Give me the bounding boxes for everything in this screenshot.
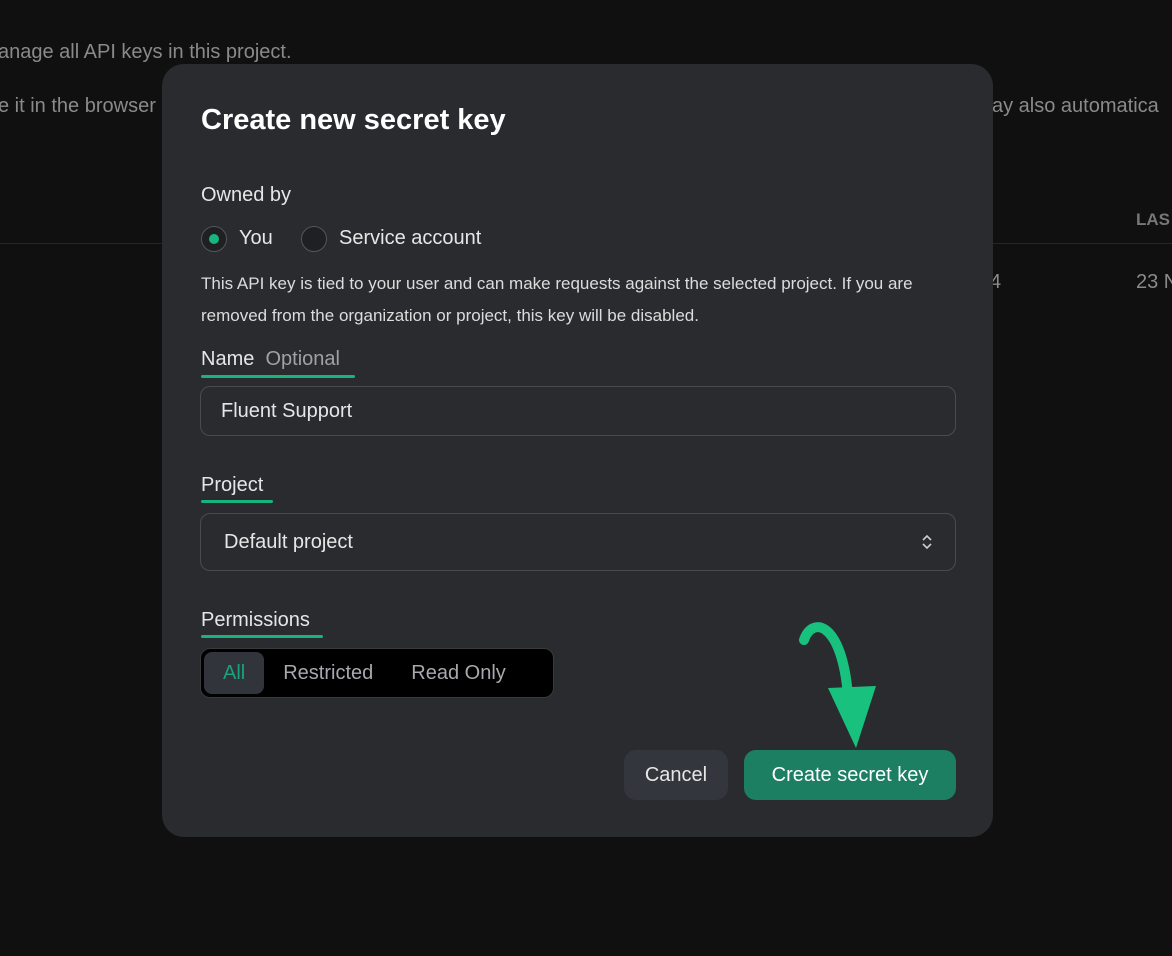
name-underline (201, 375, 355, 378)
bg-text-3: ay also automatica (992, 95, 1159, 117)
optional-label: Optional (265, 348, 340, 370)
permissions-segmented: All Restricted Read Only (200, 648, 554, 698)
curved-arrow-icon (799, 622, 876, 748)
radio-service-account[interactable] (301, 226, 327, 252)
perm-restricted[interactable]: Restricted (264, 652, 392, 694)
project-label: Project (201, 474, 264, 496)
perm-read-only[interactable]: Read Only (392, 652, 525, 694)
owned-by-label: Owned by (201, 184, 292, 206)
project-underline (201, 500, 273, 503)
radio-service-account-label[interactable]: Service account (339, 227, 481, 250)
name-label: Name (201, 348, 255, 370)
cancel-button[interactable]: Cancel (624, 750, 728, 800)
bg-text-2: e it in the browser (0, 95, 156, 117)
permissions-label: Permissions (201, 609, 310, 631)
radio-you[interactable] (201, 226, 227, 252)
permissions-underline (201, 635, 323, 638)
perm-all[interactable]: All (204, 652, 265, 694)
radio-you-label[interactable]: You (239, 227, 273, 250)
project-value: Default project (224, 530, 353, 553)
project-select[interactable]: Default project (200, 513, 956, 571)
bg-cell: 23 N (1136, 271, 1172, 293)
create-key-modal: Create new secret key Owned by You Servi… (162, 64, 993, 837)
bg-text-1: anage all API keys in this project. (0, 41, 292, 63)
modal-title: Create new secret key (201, 104, 506, 136)
chevron-up-down-icon (922, 534, 932, 550)
create-secret-key-button[interactable]: Create secret key (744, 750, 956, 800)
name-input[interactable]: Fluent Support (200, 386, 956, 436)
bg-col-header: LAS (1136, 210, 1170, 229)
owned-by-description: This API key is tied to your user and ca… (201, 274, 913, 325)
